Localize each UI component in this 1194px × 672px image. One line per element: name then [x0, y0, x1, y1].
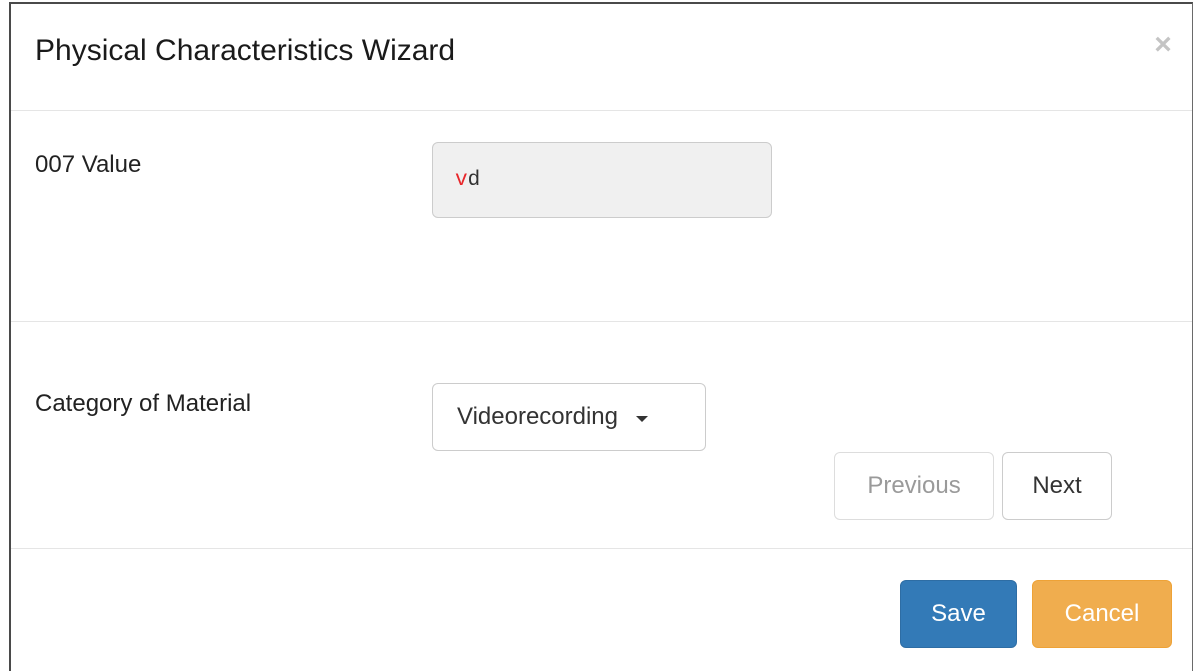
- value-section: 007 Value vd: [11, 111, 1192, 322]
- category-dropdown[interactable]: Videorecording: [432, 383, 706, 451]
- value-field: vd: [432, 142, 772, 218]
- category-section: Category of Material Videorecording Prev…: [11, 322, 1192, 549]
- value-highlight-char: v: [455, 169, 468, 192]
- save-button[interactable]: Save: [900, 580, 1017, 648]
- category-selected-value: Videorecording: [457, 403, 619, 430]
- next-button[interactable]: Next: [1002, 452, 1112, 520]
- category-label: Category of Material: [35, 390, 252, 417]
- caret-down-icon: [636, 415, 649, 422]
- dialog-header: Physical Characteristics Wizard ×: [11, 4, 1192, 111]
- cancel-button[interactable]: Cancel: [1032, 580, 1172, 648]
- close-icon[interactable]: ×: [1148, 30, 1178, 60]
- physical-characteristics-dialog: Physical Characteristics Wizard × 007 Va…: [9, 2, 1193, 671]
- value-label: 007 Value: [35, 151, 142, 178]
- dialog-title: Physical Characteristics Wizard: [35, 34, 456, 67]
- previous-button[interactable]: Previous: [834, 452, 994, 520]
- value-rest: d: [467, 169, 481, 192]
